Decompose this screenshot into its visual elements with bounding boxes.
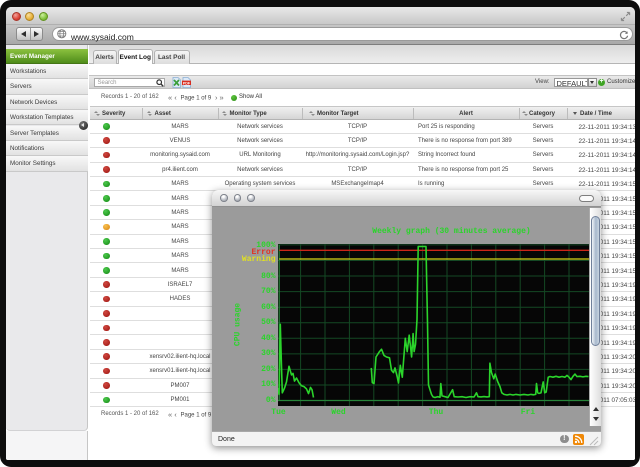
svg-text:PDF: PDF (183, 81, 191, 85)
